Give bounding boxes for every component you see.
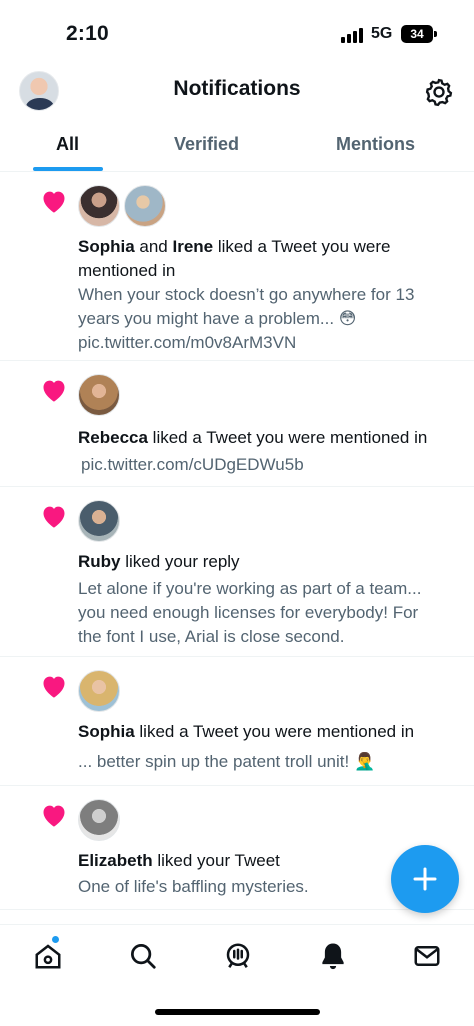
header: Notifications (0, 64, 474, 120)
search-icon[interactable] (128, 941, 158, 971)
notification-text: Elizabeth liked your Tweet (78, 851, 280, 870)
avatar[interactable] (124, 185, 166, 227)
notification-text: Ruby liked your reply (78, 552, 240, 571)
avatar[interactable] (78, 799, 120, 841)
notification-text: Sophia and Irene liked a Tweet you were (78, 237, 391, 256)
network-label: 5G (371, 25, 393, 42)
notification-dot (52, 936, 59, 943)
notification-text: Rebecca liked a Tweet you were mentioned… (78, 428, 428, 447)
avatar-group (78, 374, 120, 416)
compose-button[interactable] (391, 845, 459, 913)
tweet-preview: you need enough licenses for everybody! … (78, 603, 419, 622)
avatar-group (78, 670, 120, 712)
notification-item[interactable]: Ruby liked your reply Let alone if you'r… (0, 487, 474, 657)
avatar[interactable] (78, 185, 120, 227)
tweet-link[interactable]: pic.twitter.com/m0v8ArM3VN (78, 331, 296, 355)
avatar-group (78, 185, 166, 227)
tweet-preview: ... better spin up the patent troll unit… (78, 752, 376, 771)
battery-icon: 34 (401, 25, 437, 43)
mail-icon[interactable] (412, 941, 442, 971)
heart-icon (43, 676, 65, 698)
status-bar: 2:10 5G 34 (0, 0, 474, 64)
avatar-group (78, 500, 120, 542)
notification-text: mentioned in (78, 261, 176, 280)
heart-icon (43, 191, 65, 213)
page-title: Notifications (173, 77, 301, 100)
tab-indicator (33, 167, 103, 171)
tweet-link[interactable]: pic.twitter.com/cUDgEDWu5b (81, 453, 304, 477)
tab-mentions[interactable]: Mentions (336, 134, 415, 155)
avatar-group (78, 799, 120, 841)
tab-all[interactable]: All (56, 134, 79, 155)
signal-icon (341, 27, 365, 43)
tab-bar: All Verified Mentions (0, 124, 474, 172)
notification-text: Sophia liked a Tweet you were mentioned … (78, 722, 415, 741)
home-icon[interactable] (33, 941, 63, 971)
tweet-preview: One of life's baffling mysteries. (78, 877, 309, 896)
avatar[interactable] (78, 500, 120, 542)
notification-item[interactable]: Sophia and Irene liked a Tweet you were … (0, 172, 474, 361)
notification-item[interactable]: Sophia liked a Tweet you were mentioned … (0, 657, 474, 786)
heart-icon (43, 506, 65, 528)
heart-icon (43, 380, 65, 402)
tweet-preview: years you might have a problem... 😳 (78, 309, 357, 328)
tweet-preview: the font I use, Arial is close second. (78, 627, 345, 646)
plus-icon (413, 867, 437, 891)
gear-icon[interactable] (424, 77, 454, 107)
tab-verified[interactable]: Verified (174, 134, 239, 155)
notification-item[interactable]: Rebecca liked a Tweet you were mentioned… (0, 361, 474, 487)
avatar[interactable] (78, 670, 120, 712)
bell-icon[interactable] (318, 941, 348, 971)
heart-icon (43, 805, 65, 827)
home-indicator (155, 1009, 320, 1015)
avatar[interactable] (78, 374, 120, 416)
tweet-preview: Let alone if you're working as part of a… (78, 579, 422, 598)
tweet-preview: When your stock doesn’t go anywhere for … (78, 285, 415, 304)
status-time: 2:10 (66, 22, 109, 45)
spaces-icon[interactable] (223, 941, 253, 971)
